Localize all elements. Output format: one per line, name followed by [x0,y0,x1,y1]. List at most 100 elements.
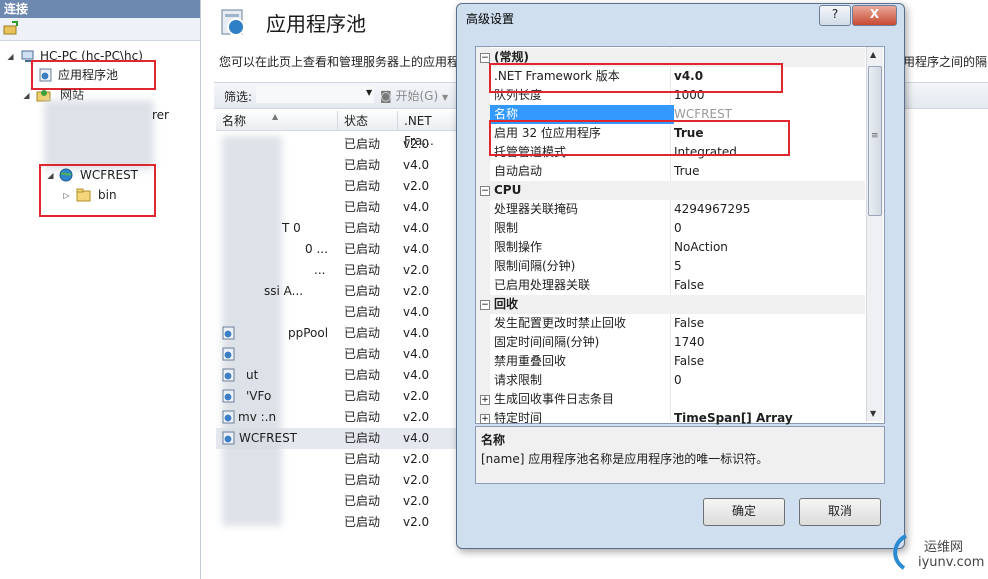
net-version-cell: v4.0 [403,347,430,361]
collapse-icon[interactable]: ◢ [6,52,15,61]
property-row[interactable]: 自动启动 True [476,162,865,181]
connect-icon[interactable] [3,21,19,35]
property-value[interactable]: 0 [674,219,682,238]
binoculars-icon: ◙ [380,89,392,103]
property-value[interactable]: 4294967295 [674,200,750,219]
status-cell: 已启动 [344,242,381,256]
app-pools-page-icon [218,6,250,38]
scroll-up-icon[interactable]: ▲ [870,50,876,59]
app-pool-icon [221,346,237,362]
highlight-wcfrest [39,164,156,217]
scroll-thumb[interactable]: ≡ [868,66,882,216]
watermark: 运维网 iyunv.com [888,528,988,578]
property-value[interactable]: 1740 [674,333,705,352]
pool-name-partial: 0 ... [305,242,328,256]
property-value[interactable]: False [674,352,704,371]
collapse-icon[interactable]: − [480,53,490,63]
status-cell: 已启动 [344,473,381,487]
status-cell: 已启动 [344,347,381,361]
status-cell: 已启动 [344,452,381,466]
pool-name-partial: ... [314,263,326,277]
status-cell: 已启动 [344,284,381,298]
app-pool-icon [221,409,237,425]
connections-header: 连接 [0,0,200,18]
expand-icon[interactable]: + [480,414,490,424]
sort-ascending-icon: ▲ [272,112,279,121]
status-cell: 已启动 [344,515,381,529]
property-row[interactable]: 限制间隔(分钟) 5 [476,257,865,276]
status-cell: 已启动 [344,431,381,445]
net-version-cell: v4.0 [403,200,430,214]
collapse-icon[interactable]: − [480,186,490,196]
column-header-net[interactable]: .NET Fra... [398,111,460,148]
watermark-url: iyunv.com [918,555,985,570]
property-value[interactable]: False [674,314,704,333]
cancel-button[interactable]: 取消 [799,498,881,526]
net-version-cell: v4.0 [403,368,430,382]
net-version-cell: v4.0 [403,326,430,340]
pool-name-partial: ut [246,368,259,382]
help-button[interactable]: ? [819,5,851,26]
grip-icon: ≡ [871,131,879,141]
status-cell: 已启动 [344,326,381,340]
collapse-icon[interactable]: ◢ [22,91,31,100]
app-pool-icon [221,325,237,341]
net-version-cell: v4.0 [403,158,430,172]
net-version-cell: v2.0 [403,263,430,277]
property-row[interactable]: 处理器关联掩码 4294967295 [476,200,865,219]
property-name: 生成回收事件日志条目 [494,392,615,406]
net-version-cell: v2.0 [403,473,430,487]
app-pool-icon [221,430,237,446]
column-header-name[interactable]: 名称 ▲ [216,111,338,131]
pool-name-partial: T 0 [282,221,301,235]
property-value[interactable]: NoAction [674,238,728,257]
connections-toolbar [0,18,200,41]
status-cell: 已启动 [344,221,381,235]
property-name: 发生配置更改时禁止回收 [494,316,627,330]
category-recycle[interactable]: − 回收 [476,295,865,314]
collapse-icon[interactable]: − [480,300,490,310]
filter-input[interactable] [256,86,374,103]
ok-button[interactable]: 确定 [703,498,785,526]
status-cell: 已启动 [344,158,381,172]
property-name: 自动启动 [494,164,543,178]
status-cell: 已启动 [344,368,381,382]
property-row[interactable]: 限制操作 NoAction [476,238,865,257]
property-row[interactable]: 禁用重叠回收 False [476,352,865,371]
pool-name-wcfrest[interactable]: WCFREST [239,428,297,449]
property-row[interactable]: 限制 0 [476,219,865,238]
property-name: 限制操作 [494,240,543,254]
net-version-cell: v2.0 [403,494,430,508]
expand-icon[interactable]: + [480,395,490,405]
column-header-status[interactable]: 状态 [338,111,398,131]
status-cell: 已启动 [344,389,381,403]
page-description: 您可以在此页上查看和管理服务器上的应用程 [219,55,460,69]
property-value[interactable]: True [674,162,700,181]
filter-dropdown-icon[interactable]: ▼ [366,88,372,97]
status-cell: 已启动 [344,494,381,508]
status-cell: 已启动 [344,410,381,424]
start-filter-button[interactable]: ◙ 开始(G) ▼ [380,87,448,104]
property-name: 已启用处理器关联 [494,278,591,292]
close-button[interactable]: X [852,5,897,26]
net-version-cell: v4.0 [403,221,430,235]
blurred-tree-items [44,100,154,170]
highlight-net-version [489,63,783,93]
category-cpu[interactable]: − CPU [476,181,865,200]
property-value[interactable]: False [674,276,704,295]
net-version-cell: v2.0 [403,410,430,424]
pool-name-partial: mv :.n [238,410,277,424]
property-row[interactable]: 已启用处理器关联 False [476,276,865,295]
property-row[interactable]: 请求限制 0 [476,371,865,390]
pool-name-partial: 'VFo [246,389,272,403]
property-name: 处理器关联掩码 [494,202,579,216]
property-row[interactable]: 固定时间间隔(分钟) 1740 [476,333,865,352]
description-title: 名称 [481,433,506,447]
property-row[interactable]: 生成回收事件日志条目 + [476,390,865,409]
description-panel: 名称 [name] 应用程序池名称是应用程序池的唯一标识符。 [475,426,885,484]
property-value[interactable]: 0 [674,371,682,390]
scroll-down-icon[interactable]: ▼ [870,409,876,418]
property-value[interactable]: 5 [674,257,682,276]
highlight-app-pools [31,60,156,90]
property-row[interactable]: 发生配置更改时禁止回收 False [476,314,865,333]
